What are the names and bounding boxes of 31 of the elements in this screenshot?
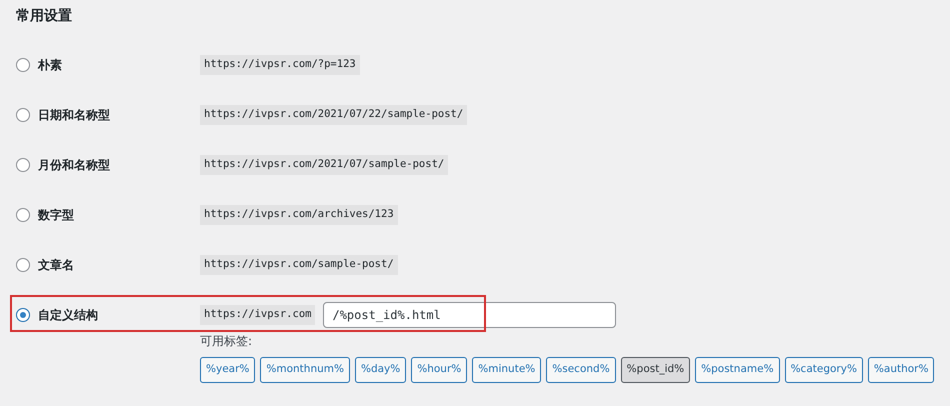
url-example: https://ivpsr.com <box>200 305 316 325</box>
tag-button[interactable]: %day% <box>354 357 406 383</box>
radio-button[interactable] <box>16 58 30 72</box>
tag-button[interactable]: %minute% <box>472 357 542 383</box>
radio-button[interactable] <box>16 108 30 122</box>
radio-button[interactable] <box>16 158 30 172</box>
url-example: https://ivpsr.com/sample-post/ <box>200 255 398 275</box>
url-example: https://ivpsr.com/?p=123 <box>200 55 360 75</box>
radio-button[interactable] <box>16 308 30 322</box>
tags-label: 可用标签: <box>200 333 254 350</box>
url-example: https://ivpsr.com/archives/123 <box>200 205 398 225</box>
tag-button[interactable]: %year% <box>200 357 256 383</box>
option-label: 文章名 <box>38 257 74 274</box>
option-label: 朴素 <box>38 57 62 74</box>
tag-button[interactable]: %hour% <box>411 357 468 383</box>
radio-button[interactable] <box>16 208 30 222</box>
permalink-field[interactable]: /%post_id%.html <box>323 302 616 328</box>
option-label: 日期和名称型 <box>38 107 110 124</box>
tag-button[interactable]: %post_id% <box>620 357 690 383</box>
option-label: 自定义结构 <box>38 307 98 324</box>
tag-button[interactable]: %category% <box>784 357 863 383</box>
option-label: 数字型 <box>38 207 74 224</box>
url-example: https://ivpsr.com/2021/07/22/sample-post/ <box>200 105 468 125</box>
tag-button[interactable]: %monthnum% <box>260 357 350 383</box>
radio-button[interactable] <box>16 258 30 272</box>
url-example: https://ivpsr.com/2021/07/sample-post/ <box>200 155 448 175</box>
section-title: 常用设置 <box>16 7 73 26</box>
tag-button[interactable]: %second% <box>546 357 616 383</box>
tag-button[interactable]: %author% <box>868 357 934 383</box>
option-label: 月份和名称型 <box>38 157 110 174</box>
tag-button[interactable]: %postname% <box>695 357 780 383</box>
